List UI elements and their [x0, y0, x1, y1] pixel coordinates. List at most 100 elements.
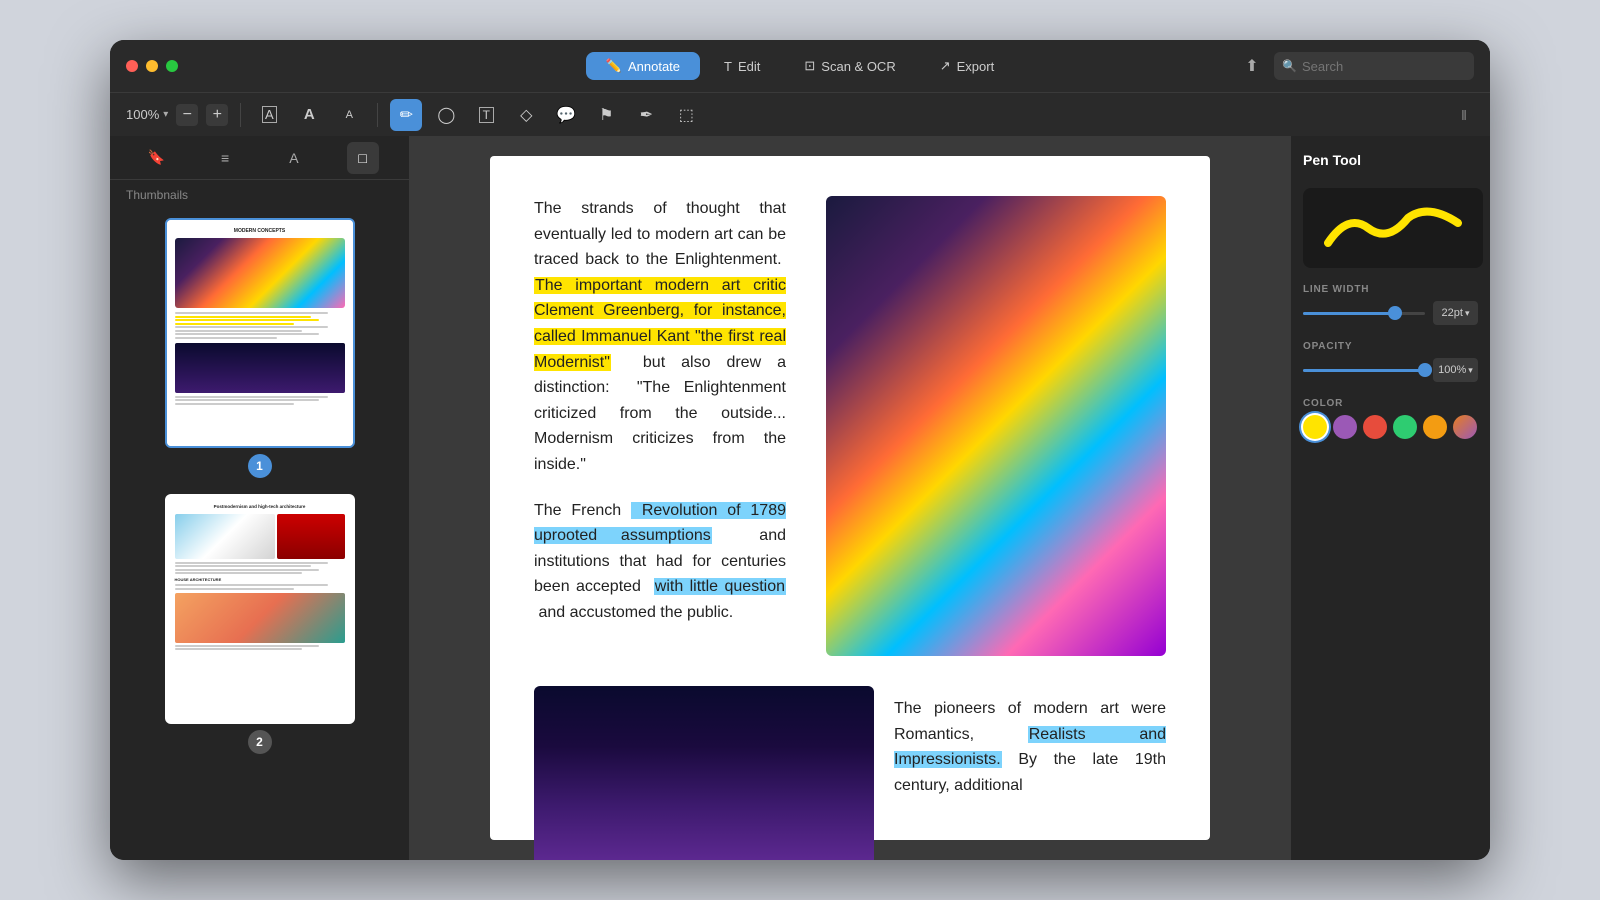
line-width-section: LINE WIDTH 22pt ▾: [1303, 284, 1478, 325]
line-width-number: 22pt: [1442, 307, 1463, 319]
tab-scan-label: Scan & OCR: [821, 59, 895, 74]
pen-stroke-preview: [1313, 198, 1473, 258]
sidebar: 🔖 ≡ A □ Thumbnails MODERN CONCEPTS: [110, 136, 410, 860]
maximize-button[interactable]: [166, 60, 178, 72]
shape-tool-button[interactable]: ◇: [510, 99, 542, 131]
minimize-button[interactable]: [146, 60, 158, 72]
stamp-icon: ⚑: [599, 105, 613, 125]
select-tool-button[interactable]: ⬚: [670, 99, 702, 131]
page-content: The strands of thought that eventually l…: [490, 156, 1210, 840]
color-swatch-green[interactable]: [1393, 415, 1417, 439]
thumbnail-frame-1: MODERN CONCEPTS: [165, 218, 355, 448]
tab-export-label: Export: [957, 59, 995, 74]
text-plain-icon: A: [304, 106, 315, 123]
annotation-toolbar: 100% ▾ − + A A A ✏ ◯ T ◇ 💬: [110, 92, 1490, 136]
opacity-value: 100% ▾: [1433, 358, 1478, 382]
highlight-enlightenment: The important modern art critic Clement …: [534, 277, 786, 371]
opacity-track: [1303, 369, 1425, 372]
paragraph-1: The strands of thought that eventually l…: [534, 196, 786, 478]
edit-icon: T: [724, 59, 732, 74]
bottom-section: The pioneers of modern art were Romantic…: [534, 686, 1166, 860]
color-swatch-red[interactable]: [1363, 415, 1387, 439]
stamp-tool-button[interactable]: ⚑: [590, 99, 622, 131]
text-content: The strands of thought that eventually l…: [534, 196, 786, 676]
tab-export[interactable]: ↗ Export: [920, 52, 1014, 80]
pen-tool-title: Pen Tool: [1303, 152, 1478, 168]
tab-annotate[interactable]: ✏️ Annotate: [586, 52, 700, 80]
page-number-1: 1: [248, 454, 272, 478]
text-small-icon: A: [346, 109, 353, 121]
thumb-title-1: MODERN CONCEPTS: [175, 228, 345, 234]
eraser-tool-button[interactable]: ◯: [430, 99, 462, 131]
color-label: COLOR: [1303, 398, 1478, 409]
pen-preview: [1303, 188, 1483, 268]
toolbar-separator-2: [377, 103, 378, 127]
thumbnail-frame-2: Postmodernism and high-tech architecture: [165, 494, 355, 724]
text-outline-tool-button[interactable]: A: [253, 99, 285, 131]
sidebar-annotation-tab[interactable]: A: [278, 142, 310, 174]
opacity-fill: [1303, 369, 1425, 372]
search-input[interactable]: [1274, 52, 1474, 80]
pen-tool-button[interactable]: ✏: [390, 99, 422, 131]
paragraph-2: The French Revolution of 1789 uprooted a…: [534, 498, 786, 626]
zoom-level: 100%: [126, 107, 159, 122]
color-swatch-purple[interactable]: [1333, 415, 1357, 439]
thumbnail-page-1[interactable]: MODERN CONCEPTS: [122, 218, 397, 478]
sidebar-section-label: Thumbnails: [110, 180, 409, 210]
line-width-thumb[interactable]: [1388, 306, 1402, 320]
line-width-track: [1303, 312, 1425, 315]
comment-tool-button[interactable]: 💬: [550, 99, 582, 131]
annotate-icon: ✏️: [606, 58, 622, 74]
bottom-text: The pioneers of modern art were Romantic…: [894, 686, 1166, 860]
traffic-lights: [126, 60, 178, 72]
search-container: 🔍: [1274, 52, 1474, 80]
sign-icon: ✒: [640, 105, 653, 125]
zoom-out-button[interactable]: −: [176, 104, 198, 126]
document-area[interactable]: The strands of thought that eventually l…: [410, 136, 1290, 860]
textbox-icon: T: [479, 107, 494, 123]
tab-scan[interactable]: ⊡ Scan & OCR: [784, 52, 915, 80]
opacity-slider-container: 100% ▾: [1303, 358, 1478, 382]
sidebar-thumbnail-tab[interactable]: □: [347, 142, 379, 174]
app-window: ✏️ Annotate T Edit ⊡ Scan & OCR ↗ Export…: [110, 40, 1490, 860]
paragraph-3: The pioneers of modern art were Romantic…: [894, 696, 1166, 798]
line-width-value: 22pt ▾: [1433, 301, 1478, 325]
thumb-text-lines-1: [175, 312, 345, 339]
zoom-chevron-icon: ▾: [163, 109, 168, 120]
comment-icon: 💬: [556, 105, 576, 125]
search-icon: 🔍: [1282, 59, 1297, 73]
thumb-title-2: Postmodernism and high-tech architecture: [175, 504, 345, 510]
pen-icon: ✏: [400, 105, 413, 125]
opacity-number: 100%: [1438, 364, 1466, 376]
opacity-dropdown-icon: ▾: [1468, 365, 1473, 376]
opacity-thumb[interactable]: [1418, 363, 1432, 377]
thumbnail-page-2[interactable]: Postmodernism and high-tech architecture: [122, 494, 397, 754]
textbox-tool-button[interactable]: T: [470, 99, 502, 131]
zoom-control: 100% ▾: [126, 107, 168, 122]
sidebar-outline-tab[interactable]: ≡: [209, 142, 241, 174]
sign-tool-button[interactable]: ✒: [630, 99, 662, 131]
main-content: 🔖 ≡ A □ Thumbnails MODERN CONCEPTS: [110, 136, 1490, 860]
share-button[interactable]: ⬆: [1238, 52, 1266, 80]
color-swatch-orange[interactable]: [1423, 415, 1447, 439]
color-swatch-dark-orange[interactable]: [1453, 415, 1477, 439]
dark-art-image: [534, 686, 874, 860]
text-small-tool-button[interactable]: A: [333, 99, 365, 131]
line-width-slider-container: 22pt ▾: [1303, 301, 1478, 325]
close-button[interactable]: [126, 60, 138, 72]
text-plain-tool-button[interactable]: A: [293, 99, 325, 131]
highlight-revolution: Revolution of 1789 uprooted assumptions: [534, 502, 786, 545]
panel-collapse-button[interactable]: ‖: [1454, 105, 1474, 125]
color-swatch-yellow[interactable]: [1303, 415, 1327, 439]
sidebar-bookmark-tab[interactable]: 🔖: [140, 142, 172, 174]
nav-tabs: ✏️ Annotate T Edit ⊡ Scan & OCR ↗ Export: [586, 52, 1014, 80]
color-swatches: [1303, 415, 1478, 439]
tab-edit[interactable]: T Edit: [704, 52, 780, 80]
page-number-2: 2: [248, 730, 272, 754]
title-bar: ✏️ Annotate T Edit ⊡ Scan & OCR ↗ Export…: [110, 40, 1490, 92]
opacity-label: OPACITY: [1303, 341, 1478, 352]
panel-title-section: Pen Tool: [1303, 152, 1478, 172]
zoom-in-button[interactable]: +: [206, 104, 228, 126]
scan-icon: ⊡: [804, 58, 815, 74]
tab-edit-label: Edit: [738, 59, 760, 74]
